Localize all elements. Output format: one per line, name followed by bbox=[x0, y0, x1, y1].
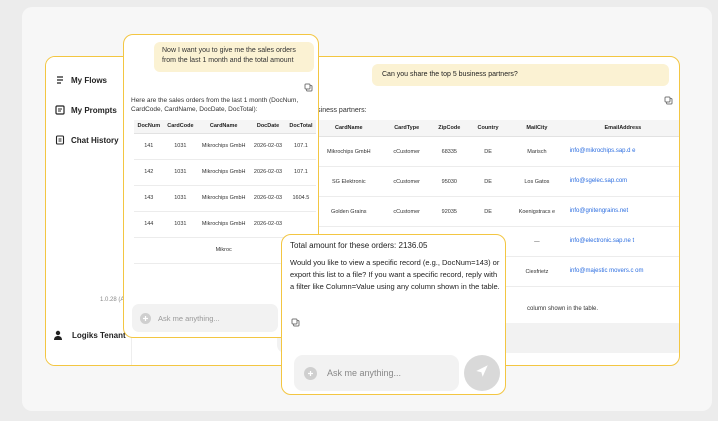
column-header: CardName bbox=[197, 120, 251, 134]
column-header: DocDate bbox=[250, 120, 286, 134]
total-amount-card: Total amount for these orders: 2136.05 W… bbox=[281, 234, 506, 395]
table-cell: Los Gatos bbox=[507, 166, 567, 197]
table-cell: cCustomer bbox=[383, 196, 430, 227]
table-cell: Mikroc bbox=[197, 237, 251, 264]
assistant-followup-text: Would you like to view a specific record… bbox=[290, 258, 500, 291]
email-link[interactable]: info@gnitengrains.net bbox=[566, 196, 679, 227]
table-cell: DE bbox=[468, 136, 508, 167]
copy-icon[interactable] bbox=[304, 79, 313, 92]
table-row: 142 1031 Mikrochips GmbH 2026-02-03 107.… bbox=[134, 159, 316, 186]
table-row: 2 SG Elektronic cCustomer 95030 DE Los G… bbox=[274, 166, 679, 197]
table-cell bbox=[163, 237, 198, 264]
table-cell: 142 bbox=[134, 159, 164, 186]
user-profile[interactable]: Logiks Tenant bbox=[52, 329, 126, 341]
history-icon bbox=[54, 135, 65, 146]
table-cell: 143 bbox=[134, 185, 164, 212]
table-cell: 1031 bbox=[163, 133, 198, 160]
table-cell: 107.1 bbox=[285, 159, 316, 186]
chat-input[interactable]: Ask me anything... bbox=[294, 355, 459, 391]
sidebar-item-my-flows[interactable]: My Flows bbox=[46, 67, 131, 93]
email-link[interactable]: info@mikrochips.sap.d e bbox=[566, 136, 679, 167]
assistant-followup-text: column shown in the table. bbox=[527, 306, 599, 312]
table-cell: 1604.5 bbox=[285, 185, 316, 212]
table-cell: Koenigstracs e bbox=[507, 196, 567, 227]
table-cell: DE bbox=[468, 196, 508, 227]
sidebar-item-label: Chat History bbox=[71, 135, 119, 145]
user-icon bbox=[52, 329, 64, 341]
table-cell: Golden Grains bbox=[313, 196, 384, 227]
sidebar: My Flows My Prompts Chat History Logiks … bbox=[46, 57, 132, 365]
table-header-row: DocNum CardCode CardName DocDate DocTota… bbox=[134, 120, 316, 134]
column-header: ZipCode bbox=[429, 120, 469, 137]
table-cell: Mikrochips GmbH bbox=[197, 211, 251, 238]
column-header: DocTotal bbox=[285, 120, 316, 134]
table-cell: — bbox=[507, 226, 567, 257]
table-cell: Ciesfrietz bbox=[507, 256, 567, 287]
total-amount-text: Total amount for these orders: 2136.05 bbox=[290, 241, 428, 250]
table-cell: Mikrochips GmbH bbox=[197, 185, 251, 212]
column-header: EmailAddress bbox=[566, 120, 679, 137]
chat-input-placeholder: Ask me anything... bbox=[327, 368, 402, 378]
prompts-icon bbox=[54, 105, 65, 116]
user-message-bubble: Now I want you to give me the sales orde… bbox=[154, 42, 314, 72]
email-link[interactable]: info@sgelec.sap.com bbox=[566, 166, 679, 197]
flows-icon bbox=[54, 75, 65, 86]
table-cell: 1031 bbox=[163, 159, 198, 186]
sidebar-item-chat-history[interactable]: Chat History bbox=[46, 127, 131, 153]
copy-icon[interactable] bbox=[291, 314, 300, 327]
attach-icon[interactable] bbox=[304, 366, 317, 380]
table-cell: Mikrochips GmbH bbox=[197, 133, 251, 160]
sidebar-item-label: My Prompts bbox=[71, 105, 117, 115]
table-cell: DE bbox=[468, 166, 508, 197]
table-cell: 107.1 bbox=[285, 133, 316, 160]
send-button[interactable] bbox=[464, 355, 500, 391]
table-cell bbox=[134, 237, 164, 264]
table-cell: Marisch bbox=[507, 136, 567, 167]
column-header: DocNum bbox=[134, 120, 164, 134]
table-cell: 1031 bbox=[163, 211, 198, 238]
table-cell: 141 bbox=[134, 133, 164, 160]
sidebar-item-label: My Flows bbox=[71, 75, 108, 85]
column-header: MailCity bbox=[507, 120, 567, 137]
table-cell: 2026-02-03 bbox=[250, 211, 286, 238]
table-cell: 2026-02-03 bbox=[250, 185, 286, 212]
table-row: 141 1031 Mikrochips GmbH 2026-02-03 107.… bbox=[134, 133, 316, 160]
table-row: 143 1031 Mikrochips GmbH 2026-02-03 1604… bbox=[134, 185, 316, 212]
table-cell: Mikrochips GmbH bbox=[197, 159, 251, 186]
table-row: 1 Mikrochips GmbH cCustomer 68335 DE Mar… bbox=[274, 136, 679, 167]
column-header: Country bbox=[468, 120, 508, 137]
table-cell: 2026-02-03 bbox=[250, 133, 286, 160]
table-row: 3 Golden Grains cCustomer 92035 DE Koeni… bbox=[274, 196, 679, 227]
column-header: CardCode bbox=[163, 120, 198, 134]
copy-icon[interactable] bbox=[664, 92, 673, 105]
table-cell: cCustomer bbox=[383, 166, 430, 197]
user-message-bubble: Can you share the top 5 business partner… bbox=[372, 64, 669, 86]
user-name: Logiks Tenant bbox=[72, 330, 126, 340]
table-cell: 2026-02-03 bbox=[250, 159, 286, 186]
table-header-row: ardCode CardName CardType ZipCode Countr… bbox=[274, 120, 679, 137]
chat-input-placeholder: Ask me anything... bbox=[158, 313, 220, 323]
table-cell: Mikrochips GmbH bbox=[313, 136, 384, 167]
assistant-intro: Here are the sales orders from the last … bbox=[131, 97, 299, 113]
table-cell: SG Elektronic bbox=[313, 166, 384, 197]
table-cell: 1031 bbox=[163, 185, 198, 212]
table-cell: cCustomer bbox=[383, 136, 430, 167]
column-header: CardName bbox=[313, 120, 384, 137]
table-cell: 92035 bbox=[429, 196, 469, 227]
email-link[interactable]: info@majestic movers.c om bbox=[566, 256, 679, 287]
send-icon bbox=[475, 364, 489, 383]
sidebar-item-my-prompts[interactable]: My Prompts bbox=[46, 97, 131, 123]
email-link[interactable]: info@electronic.sap.ne t bbox=[566, 226, 679, 257]
chat-input[interactable]: Ask me anything... bbox=[132, 304, 278, 332]
column-header: CardType bbox=[383, 120, 430, 137]
table-cell: 68335 bbox=[429, 136, 469, 167]
table-cell: 95030 bbox=[429, 166, 469, 197]
attach-icon[interactable] bbox=[140, 312, 151, 324]
table-cell: 144 bbox=[134, 211, 164, 238]
